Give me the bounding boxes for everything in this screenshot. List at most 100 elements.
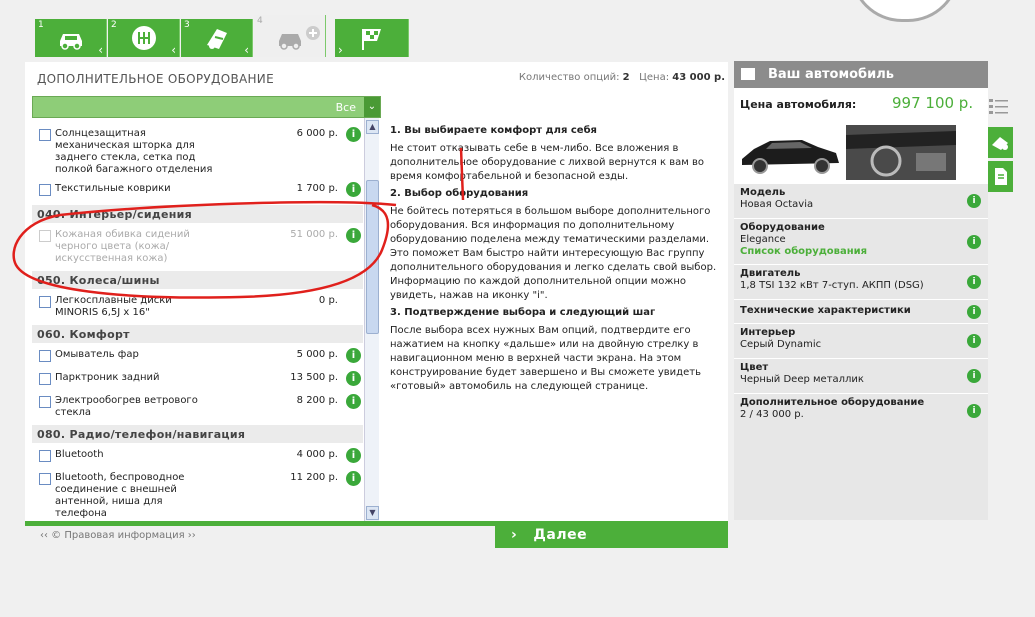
step-5-finish[interactable]: › xyxy=(335,19,409,57)
info-icon[interactable]: i xyxy=(346,471,361,486)
spec-tech[interactable]: Технические характеристики i xyxy=(734,299,988,323)
category-filter-select[interactable]: Все ⌄ xyxy=(32,96,381,118)
paint-icon xyxy=(207,29,227,49)
spec-value: Новая Octavia xyxy=(740,199,814,210)
option-price: 51 000 р. xyxy=(290,229,338,240)
car-icon xyxy=(60,34,82,50)
option-checkbox[interactable] xyxy=(39,396,51,408)
category-header: 040. Интерьер/сидения xyxy=(32,205,363,223)
spec-extra-options: Дополнительное оборудование 2 / 43 000 р… xyxy=(734,393,988,428)
info-icon[interactable]: i xyxy=(967,194,981,208)
spec-key: Дополнительное оборудование xyxy=(740,397,925,408)
step-4-options[interactable]: 4 xyxy=(254,15,326,57)
info-icon[interactable]: i xyxy=(346,394,361,409)
next-button-label: Далее xyxy=(533,527,588,543)
spec-key: Оборудование xyxy=(740,222,825,233)
help-paragraph-2: Не бойтесь потеряться в большом выборе д… xyxy=(390,206,717,301)
spec-model: Модель Новая Octavia i xyxy=(734,183,988,218)
spec-key: Модель xyxy=(740,187,786,198)
spec-value: Черный Deep металлик xyxy=(740,374,864,385)
option-checkbox[interactable] xyxy=(39,473,51,485)
options-price: 43 000 р. xyxy=(672,72,725,83)
option-price: 13 500 р. xyxy=(290,372,338,383)
spec-equipment: Оборудование Elegance Список оборудовани… xyxy=(734,218,988,264)
option-checkbox[interactable] xyxy=(39,296,51,308)
options-scrollbar[interactable]: ▲ ▼ xyxy=(364,118,379,522)
help-heading-1: 1. Вы выбираете комфорт для себя xyxy=(390,125,597,136)
help-paragraph-3: После выбора всех нужных Вам опций, подт… xyxy=(390,325,701,392)
dealer-button[interactable] xyxy=(988,127,1013,158)
help-paragraph-1: Не стоит отказывать себе в чем-либо. Все… xyxy=(390,143,704,182)
option-name: Парктроник задний xyxy=(55,372,160,383)
info-icon[interactable]: i xyxy=(967,334,981,348)
page-title: ДОПОЛНИТЕЛЬНОЕ ОБОРУДОВАНИЕ xyxy=(37,72,274,86)
scroll-up-icon[interactable]: ▲ xyxy=(366,120,379,134)
spec-value: Elegance xyxy=(740,234,786,245)
car-price-label: Цена автомобиля: xyxy=(740,98,857,111)
option-name: Солнцезащитная механическая шторка для з… xyxy=(55,128,213,175)
options-list: Солнцезащитная механическая шторка для з… xyxy=(32,118,363,521)
option-price: 8 200 р. xyxy=(296,395,338,406)
info-icon[interactable]: i xyxy=(346,348,361,363)
option-checkbox[interactable] xyxy=(39,230,51,242)
info-icon[interactable]: i xyxy=(346,371,361,386)
next-button[interactable]: › Далее xyxy=(495,525,728,548)
chevron-left-icon: ‹ xyxy=(98,43,103,57)
option-checkbox[interactable] xyxy=(39,350,51,362)
finish-flag-icon xyxy=(362,29,381,50)
option-checkbox[interactable] xyxy=(39,373,51,385)
car-icon xyxy=(741,68,755,80)
info-icon[interactable]: i xyxy=(346,228,361,243)
category-header: 080. Радио/телефон/навигация xyxy=(32,425,363,443)
info-icon[interactable]: i xyxy=(346,182,361,197)
chevron-right-icon: › xyxy=(511,527,518,543)
scroll-thumb[interactable] xyxy=(366,180,379,334)
option-checkbox[interactable] xyxy=(39,129,51,141)
document-button[interactable] xyxy=(988,161,1013,192)
step-3-paint[interactable]: 3 ‹ xyxy=(181,19,253,57)
option-name: Bluetooth xyxy=(55,449,104,460)
car-images xyxy=(734,123,988,183)
step-number: 4 xyxy=(257,16,263,26)
car-exterior-image[interactable] xyxy=(736,125,843,180)
option-checkbox[interactable] xyxy=(39,184,51,196)
legal-info-link[interactable]: ‹‹ © Правовая информация ›› xyxy=(40,530,196,541)
option-price: 1 700 р. xyxy=(296,183,338,194)
options-count: 2 xyxy=(622,72,630,83)
category-header: 050. Колеса/шины xyxy=(32,271,363,289)
option-checkbox[interactable] xyxy=(39,450,51,462)
chevron-right-icon: › xyxy=(338,43,343,57)
dealer-icon xyxy=(992,137,1008,150)
info-icon[interactable]: i xyxy=(346,448,361,463)
document-icon xyxy=(995,168,1007,185)
info-icon[interactable]: i xyxy=(346,127,361,142)
car-interior-image[interactable] xyxy=(846,125,956,180)
info-icon[interactable]: i xyxy=(967,369,981,383)
info-icon[interactable]: i xyxy=(967,234,981,249)
equipment-list-link[interactable]: Список оборудования xyxy=(740,246,982,258)
options-price-label: Цена: xyxy=(639,72,670,83)
gearbox-icon xyxy=(132,26,156,50)
chevron-left-icon: ‹ xyxy=(244,43,249,57)
help-text: 1. Вы выбираете комфорт для себя Не стои… xyxy=(390,124,720,397)
scroll-down-icon[interactable]: ▼ xyxy=(366,506,379,520)
spec-engine: Двигатель 1,8 TSI 132 кВт 7-ступ. АКПП (… xyxy=(734,264,988,299)
step-number: 3 xyxy=(184,20,190,30)
car-summary-header: Ваш автомобиль xyxy=(734,61,988,88)
step-2-gearbox[interactable]: 2 ‹ xyxy=(108,19,180,57)
info-icon[interactable]: i xyxy=(967,404,981,418)
chevron-down-icon[interactable]: ⌄ xyxy=(364,97,380,117)
option-name: Легкосплавные диски MINORIS 6,5J x 16" xyxy=(55,295,172,318)
info-icon[interactable]: i xyxy=(967,304,981,319)
option-name: Текстильные коврики xyxy=(55,183,171,194)
step-number: 1 xyxy=(38,20,44,30)
step-1-car[interactable]: 1 ‹ xyxy=(35,19,107,57)
spec-key: Технические характеристики xyxy=(740,305,911,316)
checklist-icon[interactable] xyxy=(988,96,1010,118)
spec-key: Двигатель xyxy=(740,268,801,279)
car-plus-icon xyxy=(279,26,320,50)
info-icon[interactable]: i xyxy=(967,275,981,289)
spec-color: Цвет Черный Deep металлик i xyxy=(734,358,988,393)
help-heading-2: 2. Выбор оборудования xyxy=(390,188,529,199)
car-summary-title: Ваш автомобиль xyxy=(768,67,894,82)
